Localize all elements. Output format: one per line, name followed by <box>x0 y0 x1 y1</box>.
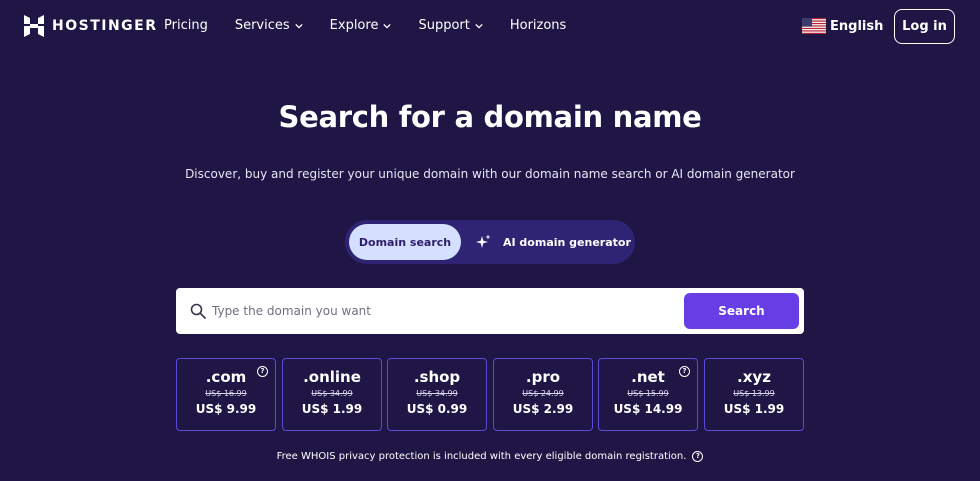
help-circle-icon[interactable]: ? <box>257 366 268 377</box>
chevron-down-icon <box>383 23 392 29</box>
domain-search-input[interactable] <box>212 296 672 326</box>
page-title: Search for a domain name <box>278 100 702 134</box>
tld-price: US$ 2.99 <box>512 402 574 416</box>
search-mode-toggle: Domain search AI domain generator <box>345 220 635 264</box>
tld-price: US$ 1.99 <box>723 402 785 416</box>
language-label: English <box>830 18 884 34</box>
nav-item-support[interactable]: Support <box>418 18 483 33</box>
nav-links: Pricing Services Explore Support Horizon… <box>164 18 566 33</box>
domain-search-bar: Search <box>176 288 804 334</box>
login-button[interactable]: Log in <box>894 9 955 44</box>
tld-card-pro[interactable]: .pro US$ 24.99 US$ 2.99 <box>493 358 593 431</box>
tab-domain-search[interactable]: Domain search <box>349 224 461 260</box>
tld-old-price: US$ 24.99 <box>522 389 564 398</box>
search-button[interactable]: Search <box>684 293 799 329</box>
sparkle-icon <box>476 234 491 248</box>
tld-name: .online <box>303 368 361 386</box>
chevron-down-icon <box>295 23 303 29</box>
hostinger-logo-icon <box>24 15 44 37</box>
footnote-text: Free WHOIS privacy protection is include… <box>276 451 687 462</box>
tld-price: US$ 0.99 <box>406 402 468 416</box>
brand-name: HOSTINGER <box>52 18 158 34</box>
whois-footnote: Free WHOIS privacy protection is include… <box>0 451 980 462</box>
us-flag-icon <box>802 18 826 34</box>
tab-ai-label: AI domain generator <box>503 235 631 249</box>
nav-item-horizons[interactable]: Horizons <box>510 18 566 33</box>
nav-item-services[interactable]: Services <box>235 18 303 33</box>
top-navbar: HOSTINGER Pricing Services Explore Suppo… <box>0 0 980 52</box>
nav-item-label: Support <box>418 18 470 33</box>
tld-price: US$ 1.99 <box>301 402 363 416</box>
nav-item-pricing[interactable]: Pricing <box>164 18 208 33</box>
tld-card-shop[interactable]: .shop US$ 34.99 US$ 0.99 <box>387 358 487 431</box>
nav-item-explore[interactable]: Explore <box>330 18 392 33</box>
help-circle-icon[interactable]: ? <box>679 366 690 377</box>
tld-old-price: US$ 16.99 <box>205 389 247 398</box>
page-subtitle: Discover, buy and register your unique d… <box>185 167 795 181</box>
tld-old-price: US$ 13.99 <box>733 389 775 398</box>
language-selector[interactable]: English <box>802 18 883 34</box>
search-icon <box>190 303 206 319</box>
tld-old-price: US$ 15.99 <box>627 389 669 398</box>
nav-item-label: Horizons <box>509 18 567 33</box>
tld-card-xyz[interactable]: .xyz US$ 13.99 US$ 1.99 <box>704 358 804 431</box>
tld-card-net[interactable]: .net ? US$ 15.99 US$ 14.99 <box>598 358 698 431</box>
tld-price: US$ 14.99 <box>613 402 683 416</box>
tab-ai-domain-generator[interactable]: AI domain generator <box>475 224 631 260</box>
brand-logo[interactable]: HOSTINGER <box>24 15 158 37</box>
tld-price: US$ 9.99 <box>195 402 257 416</box>
tld-name: .shop <box>413 368 461 386</box>
chevron-down-icon <box>475 23 483 29</box>
tld-name: .xyz <box>737 368 771 386</box>
nav-item-label: Explore <box>329 18 379 33</box>
nav-item-label: Services <box>234 18 290 33</box>
nav-item-label: Pricing <box>164 18 208 33</box>
tld-card-online[interactable]: .online US$ 34.99 US$ 1.99 <box>282 358 382 431</box>
tld-old-price: US$ 34.99 <box>416 389 458 398</box>
tld-old-price: US$ 34.99 <box>311 389 353 398</box>
tld-name: .pro <box>525 368 561 386</box>
help-circle-icon[interactable]: ? <box>692 451 704 462</box>
tld-card-com[interactable]: .com ? US$ 16.99 US$ 9.99 <box>176 358 276 431</box>
